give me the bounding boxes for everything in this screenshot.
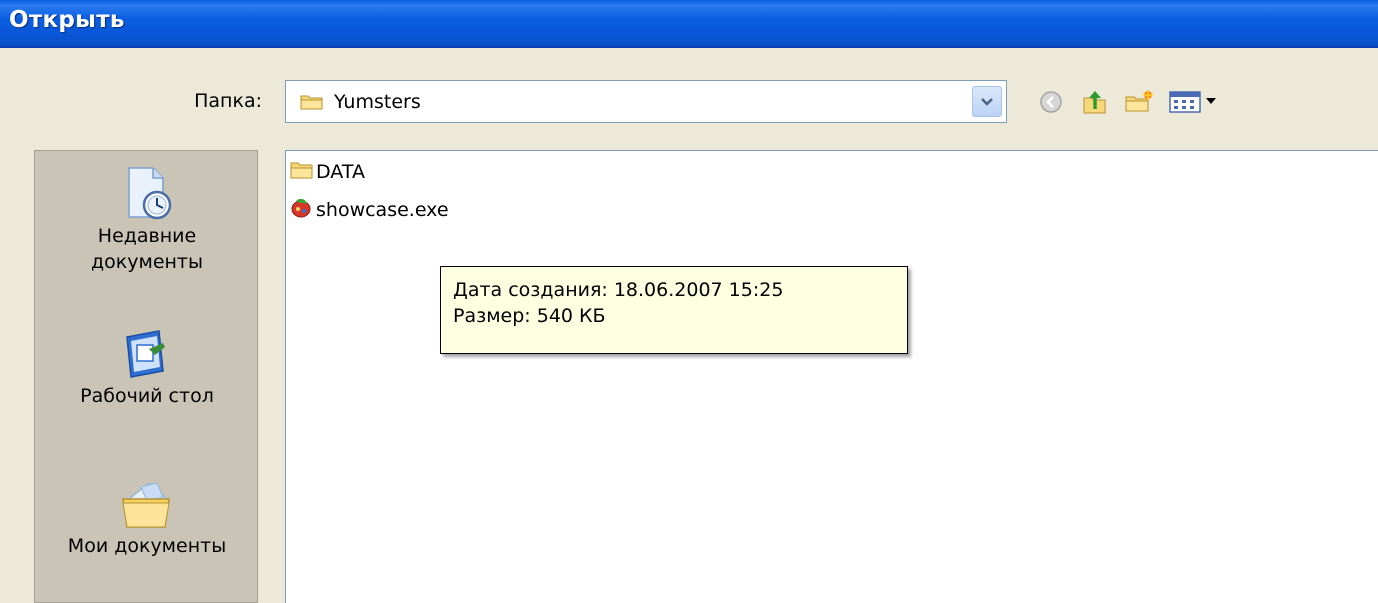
places-bar: Недавние документы Рабочий стол Мои доку… xyxy=(34,150,258,603)
file-tooltip: Дата создания: 18.06.2007 15:25 Размер: … xyxy=(440,266,908,354)
chevron-down-icon[interactable] xyxy=(972,86,1002,117)
tooltip-created-date: Дата создания: 18.06.2007 15:25 xyxy=(453,279,784,301)
back-icon[interactable] xyxy=(1035,86,1067,118)
place-label-recent-1: Недавние xyxy=(97,225,197,247)
file-name-data: DATA xyxy=(316,161,365,183)
exe-icon xyxy=(290,197,314,223)
list-item[interactable]: DATA xyxy=(290,157,365,187)
place-recent-documents[interactable]: Недавние документы xyxy=(35,165,259,275)
up-folder-icon[interactable] xyxy=(1079,86,1111,118)
view-menu-icon[interactable] xyxy=(1167,86,1225,118)
my-documents-icon xyxy=(35,477,259,533)
recent-documents-icon xyxy=(35,165,259,223)
file-name-showcase: showcase.exe xyxy=(316,199,449,221)
list-item[interactable]: showcase.exe xyxy=(290,195,449,225)
new-folder-icon[interactable] xyxy=(1123,86,1155,118)
window-title: Открыть xyxy=(9,7,125,33)
desktop-icon xyxy=(35,327,259,383)
place-desktop[interactable]: Рабочий стол xyxy=(35,327,259,409)
dialog-toolbar xyxy=(1035,82,1225,122)
place-label-my-documents: Мои документы xyxy=(67,535,227,557)
place-label-desktop: Рабочий стол xyxy=(80,385,214,407)
place-my-documents[interactable]: Мои документы xyxy=(35,477,259,559)
open-dialog: Открыть Папка: Yumsters Недавние докумен… xyxy=(0,0,1378,603)
tooltip-file-size: Размер: 540 КБ xyxy=(453,305,606,327)
title-bar[interactable]: Открыть xyxy=(0,0,1378,48)
folder-label: Папка: xyxy=(194,90,262,112)
place-label-recent-2: документы xyxy=(91,251,203,273)
folder-icon xyxy=(300,93,324,111)
file-list[interactable]: DATA showcase.exe xyxy=(285,150,1378,603)
folder-combobox[interactable]: Yumsters xyxy=(285,80,1007,123)
folder-icon xyxy=(290,160,314,184)
current-folder-text: Yumsters xyxy=(334,91,421,113)
